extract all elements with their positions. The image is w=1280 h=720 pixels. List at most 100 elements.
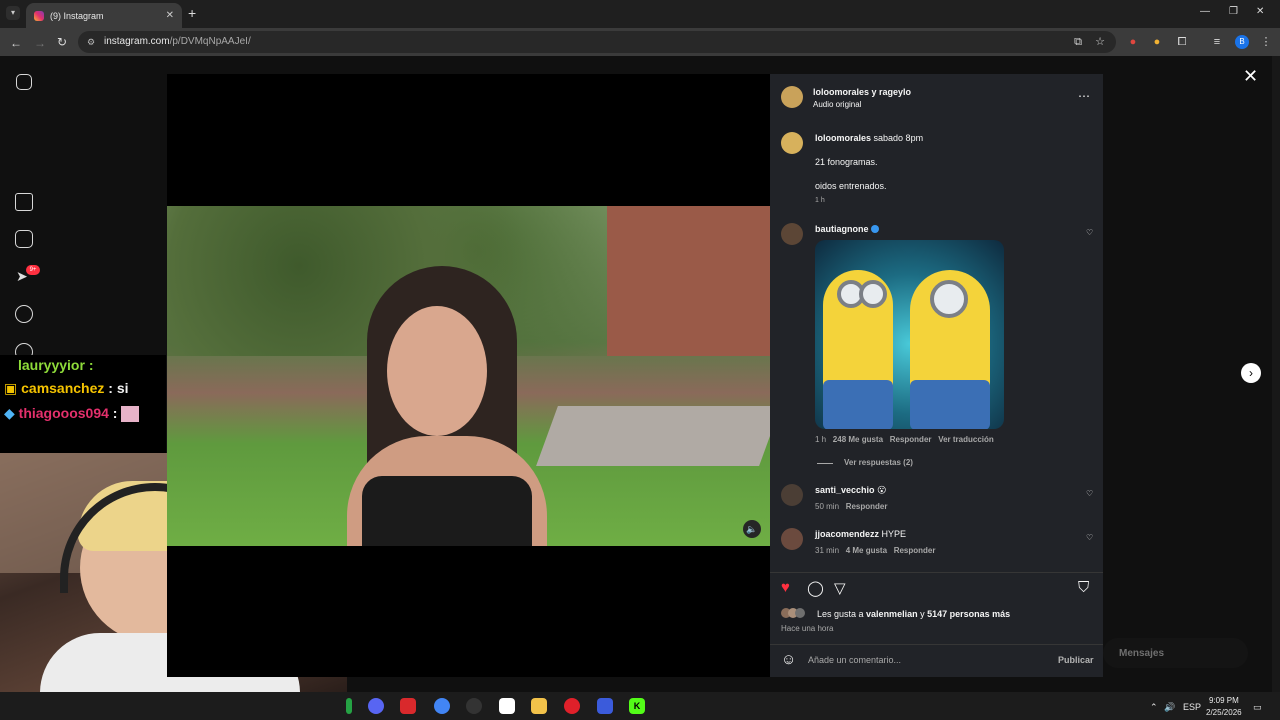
comment-avatar[interactable] [781,223,803,245]
menu-kebab-icon[interactable]: ⋮ [1259,35,1273,49]
post-video-frame[interactable] [167,206,770,546]
reload-icon[interactable]: ↻ [57,35,67,49]
comment-like-icon[interactable]: ♡ [1086,533,1093,542]
caption-avatar[interactable] [781,132,803,154]
app-icon[interactable] [597,698,613,714]
clock-time[interactable]: 9:09 PM [1209,696,1239,705]
stream-chat-overlay: lauryyyior : ▣ camsanchez : si ◆ thiagoo… [0,355,166,453]
opera-icon[interactable] [564,698,580,714]
view-replies-button[interactable]: Ver respuestas (2) [844,458,913,467]
chat-user: thiagooos094 [18,405,109,421]
audio-toggle-icon[interactable]: 🔈 [743,520,761,538]
divider [770,572,1103,573]
forward-icon[interactable]: → [34,36,46,50]
back-icon[interactable]: ← [10,36,22,50]
voicemeeter-icon[interactable] [400,698,416,714]
comment-input[interactable]: Añade un comentario... [808,655,901,665]
install-app-icon[interactable]: ⧉ [1071,35,1085,49]
minimize-icon[interactable]: — [1200,6,1210,17]
caption-line3: oidos entrenados. [815,181,887,191]
reels-icon[interactable] [15,230,33,248]
app-icon[interactable] [346,698,352,714]
comment-gif-minions[interactable] [815,240,1004,429]
comment-like-icon[interactable]: ♡ [1086,489,1093,498]
instagram-favicon-icon [34,10,44,21]
reply-button[interactable]: Responder [846,502,888,511]
chat-badge-icon: ◆ [4,405,19,421]
messages-pill[interactable]: Mensajes [1103,638,1248,668]
reply-button[interactable]: Responder [890,435,932,444]
comment-user[interactable]: santi_vecchio [815,485,875,495]
chat-user: camsanchez [21,380,105,396]
window-close-icon[interactable]: ✕ [1256,6,1264,17]
close-post-icon[interactable]: ✕ [1243,66,1258,87]
clock-date[interactable]: 2/25/2026 [1206,708,1242,717]
likes-summary[interactable]: Les gusta a valenmelian y 5147 personas … [817,609,1010,619]
emoji-icon[interactable]: ☺ [781,651,796,668]
chrome-icon[interactable] [434,698,450,714]
tab-title: (9) Instagram [50,10,104,21]
extension-color-icon[interactable]: ● [1150,35,1164,49]
reading-list-icon[interactable]: ≡ [1210,35,1224,49]
comment-like-icon[interactable]: ♡ [1086,228,1093,237]
address-bar[interactable]: ⚙ instagram.com/p/DVMqNpAAJeI/ [78,31,1116,53]
tab-close-icon[interactable]: ✕ [166,10,174,21]
chat-user: lauryyyior [18,357,85,373]
notification-badge: 9+ [26,265,40,275]
tab-search-button[interactable]: ▾ [6,6,20,20]
notifications-icon[interactable]: ▭ [1253,702,1262,713]
comment-user[interactable]: bautiagnone [815,224,869,234]
comment-likes[interactable]: 4 Me gusta [846,546,887,555]
chat-line: lauryyyior : [4,357,94,373]
comment-body: santi_vecchio 😮 [815,485,887,495]
share-icon[interactable]: ▽ [834,579,846,597]
url-path: /p/DVMqNpAAJeI/ [169,36,251,47]
browser-tab-instagram[interactable]: (9) Instagram ✕ [26,3,182,28]
discord-icon[interactable] [368,698,384,714]
page-scrollbar[interactable] [1272,56,1280,692]
language-indicator[interactable]: ESP [1183,702,1201,712]
profile-avatar[interactable]: B [1235,35,1249,49]
chat-emote [121,406,140,423]
speaker-icon[interactable]: 🔊 [1164,702,1175,713]
audio-label[interactable]: Audio original [813,100,861,109]
divider [770,644,1103,645]
chat-badge-icon: ▣ [4,380,22,396]
comment-meta: 1 h 248 Me gusta Responder Ver traducció… [815,435,994,444]
like-heart-icon[interactable]: ♥ [781,579,790,596]
extension-fox-icon[interactable]: ● [1126,35,1140,49]
post-header-users[interactable]: loloomorales y rageylo [813,87,911,97]
author-avatar[interactable] [781,86,803,108]
save-bookmark-icon[interactable]: ⛉ [1078,579,1089,596]
comment-body: jjoacomendezz HYPE [815,529,907,539]
caption-user[interactable]: loloomorales [815,133,871,143]
tray-chevron-icon[interactable]: ⌃ [1150,702,1158,713]
capcut-icon[interactable] [499,698,515,714]
site-info-icon[interactable]: ⚙ [87,37,97,47]
comment-user[interactable]: jjoacomendezz [815,529,879,539]
extensions-puzzle-icon[interactable]: ⧠ [1175,35,1189,49]
new-tab-button[interactable]: + [188,5,196,21]
bookmark-star-icon[interactable]: ☆ [1093,35,1107,49]
next-post-chevron-icon[interactable]: › [1241,363,1261,383]
comment-icon[interactable]: ◯ [807,579,824,597]
url-host: instagram.com [104,36,170,47]
file-explorer-icon[interactable] [531,698,547,714]
caption-line2: 21 fonogramas. [815,157,878,167]
home-icon[interactable] [15,193,33,211]
chat-line: ▣ camsanchez : si [4,380,129,396]
comment-avatar[interactable] [781,528,803,550]
comment-avatar[interactable] [781,484,803,506]
search-icon[interactable] [15,305,33,323]
more-options-icon[interactable]: ⋯ [1078,89,1090,103]
translate-button[interactable]: Ver traducción [938,435,994,444]
publish-button[interactable]: Publicar [1058,655,1094,665]
instagram-logo-icon[interactable] [16,74,32,90]
restore-icon[interactable]: ❐ [1229,6,1238,17]
posted-ago: Hace una hora [781,624,834,633]
obs-icon[interactable] [466,698,482,714]
verified-badge-icon [871,225,879,233]
reply-button[interactable]: Responder [894,546,936,555]
comment-likes[interactable]: 248 Me gusta [833,435,883,444]
kick-icon[interactable]: K [629,698,645,714]
